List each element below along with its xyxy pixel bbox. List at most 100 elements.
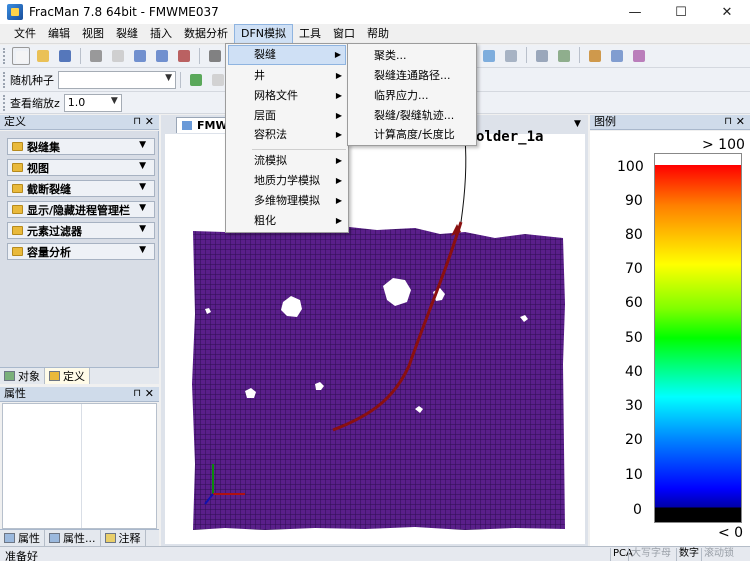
dfn-menu-geomechanics[interactable]: 地质力学模拟 ▶: [228, 171, 346, 191]
open-folder-icon[interactable]: [34, 47, 52, 65]
chevron-down-icon[interactable]: ▼: [139, 224, 146, 234]
grid-icon[interactable]: [480, 47, 498, 65]
close-button[interactable]: ✕: [704, 0, 750, 24]
tab-define[interactable]: 定义: [45, 368, 90, 384]
tab-notes[interactable]: 注释: [101, 530, 146, 546]
fracture-menu-trace[interactable]: 裂缝/裂缝轨迹...: [350, 106, 474, 126]
delete-icon[interactable]: [87, 47, 105, 65]
chevron-down-icon[interactable]: ▼: [139, 161, 146, 171]
menu-window[interactable]: 窗口: [327, 24, 361, 44]
chevron-down-icon[interactable]: ▼: [139, 203, 146, 213]
fracture-submenu: 聚类... 裂缝连通路径... 临界应力... 裂缝/裂缝轨迹... 计算高度/…: [347, 43, 477, 146]
toolbar-separator: [199, 48, 200, 64]
define-item-truncated-fracture[interactable]: 截断裂缝 ▼: [7, 180, 155, 197]
dfn-menu-label: 裂缝: [254, 48, 276, 61]
submenu-arrow-icon: ▶: [335, 216, 342, 225]
dfn-menu-well[interactable]: 井 ▶: [228, 66, 346, 86]
legend-tick-20: 20: [625, 432, 643, 448]
menu-fracture[interactable]: 裂缝: [110, 24, 144, 44]
legend-tick-70: 70: [625, 261, 643, 277]
minimize-button[interactable]: —: [612, 0, 658, 24]
define-item-process-manager[interactable]: 显示/隐藏进程管理栏 ▼: [7, 201, 155, 218]
fracture-surface: [192, 226, 565, 530]
table-icon[interactable]: [533, 47, 551, 65]
define-item-label: 容量分析: [27, 245, 71, 259]
save-icon[interactable]: [56, 47, 74, 65]
view-dropdown-icon[interactable]: ▼: [574, 119, 581, 129]
plot-icon[interactable]: [608, 47, 626, 65]
notes-icon: [104, 533, 116, 543]
legend-tick-90: 90: [625, 193, 643, 209]
close-icon[interactable]: ✕: [736, 115, 745, 129]
export-icon[interactable]: [586, 47, 604, 65]
tab-properties[interactable]: 属性: [0, 530, 45, 546]
dfn-menu-grid-file[interactable]: 网格文件 ▶: [228, 86, 346, 106]
menu-file[interactable]: 文件: [8, 24, 42, 44]
menu-insert[interactable]: 插入: [144, 24, 178, 44]
toolbar-separator: [180, 71, 181, 88]
folder-icon: [12, 205, 23, 214]
menu-help[interactable]: 帮助: [361, 24, 395, 44]
canvas-title: older_1a: [476, 129, 544, 145]
define-item-element-filter[interactable]: 元素过滤器 ▼: [7, 222, 155, 239]
maximize-button[interactable]: ☐: [658, 0, 704, 24]
copy-icon[interactable]: [109, 47, 127, 65]
zoom-combo[interactable]: 1.0 ▼: [63, 93, 122, 112]
menu-dfn-simulation[interactable]: DFN模拟: [234, 23, 294, 44]
status-bar: 准备好 PCA 大写字母 数字 滚动锁: [0, 546, 750, 561]
define-panel-tabs: 对象 定义: [0, 367, 159, 384]
chevron-down-icon[interactable]: ▼: [111, 96, 118, 106]
dfn-menu-horizon[interactable]: 层面 ▶: [228, 106, 346, 126]
axis-view-icon[interactable]: [131, 47, 149, 65]
wand-icon[interactable]: [630, 47, 648, 65]
dfn-menu-multiphysics[interactable]: 多维物理模拟 ▶: [228, 191, 346, 211]
toolbar-grip[interactable]: [3, 71, 7, 88]
toolbar-grip[interactable]: [3, 94, 7, 111]
pin-icon[interactable]: ⊓: [133, 387, 141, 401]
fracture-menu-clustering[interactable]: 聚类...: [350, 46, 474, 66]
properties-panel-header: 属性 ⊓ ✕: [0, 387, 159, 402]
seed-combo[interactable]: ▼: [58, 70, 176, 89]
pin-icon[interactable]: ⊓: [133, 115, 141, 129]
properties-grid[interactable]: [2, 403, 157, 529]
properties-panel-title: 属性: [4, 387, 26, 400]
close-icon[interactable]: ✕: [145, 115, 154, 129]
menu-separator: [252, 149, 346, 150]
dfn-menu-upscaling[interactable]: 粗化 ▶: [228, 211, 346, 231]
pin-icon[interactable]: ⊓: [724, 115, 732, 129]
dfn-menu-fracture[interactable]: 裂缝 ▶: [228, 45, 346, 65]
menu-edit[interactable]: 编辑: [42, 24, 76, 44]
chevron-down-icon[interactable]: ▼: [139, 140, 146, 150]
menu-view[interactable]: 视图: [76, 24, 110, 44]
define-item-capacity-analysis[interactable]: 容量分析 ▼: [7, 243, 155, 260]
dfn-menu-flow-sim[interactable]: 流模拟 ▶: [228, 151, 346, 171]
legend-bottom-label: < 0: [718, 525, 744, 541]
axis-view-3-icon[interactable]: [175, 47, 193, 65]
chevron-down-icon[interactable]: ▼: [165, 73, 172, 83]
dfn-menu-label: 流模拟: [254, 154, 287, 167]
zoom-value: 1.0: [67, 96, 86, 109]
new-file-icon[interactable]: [12, 47, 30, 65]
chevron-down-icon[interactable]: ▼: [139, 182, 146, 192]
refresh-icon[interactable]: [187, 71, 205, 89]
close-icon[interactable]: ✕: [145, 387, 154, 401]
frame-icon[interactable]: [206, 47, 224, 65]
dfn-menu-volumetric[interactable]: 容积法 ▶: [228, 125, 346, 145]
dfn-menu-label: 容积法: [254, 128, 287, 141]
dfn-menu-label: 网格文件: [254, 89, 298, 102]
fracture-menu-height-length-ratio[interactable]: 计算高度/长度比: [350, 125, 474, 145]
menu-tools[interactable]: 工具: [293, 24, 327, 44]
chevron-down-icon[interactable]: ▼: [139, 245, 146, 255]
folder-icon: [12, 163, 23, 172]
fracture-menu-connectivity-path[interactable]: 裂缝连通路径...: [350, 66, 474, 86]
toolbar-grip[interactable]: [3, 48, 7, 64]
tab-properties-more[interactable]: 属性...: [45, 530, 101, 546]
fracture-menu-critical-stress[interactable]: 临界应力...: [350, 86, 474, 106]
menu-data-analysis[interactable]: 数据分析: [178, 24, 234, 44]
tab-objects[interactable]: 对象: [0, 368, 45, 384]
define-item-fracture-set[interactable]: 裂缝集 ▼: [7, 138, 155, 155]
define-item-view[interactable]: 视图 ▼: [7, 159, 155, 176]
chart-icon[interactable]: [555, 47, 573, 65]
axis-view-2-icon[interactable]: [153, 47, 171, 65]
layout-icon[interactable]: [502, 47, 520, 65]
